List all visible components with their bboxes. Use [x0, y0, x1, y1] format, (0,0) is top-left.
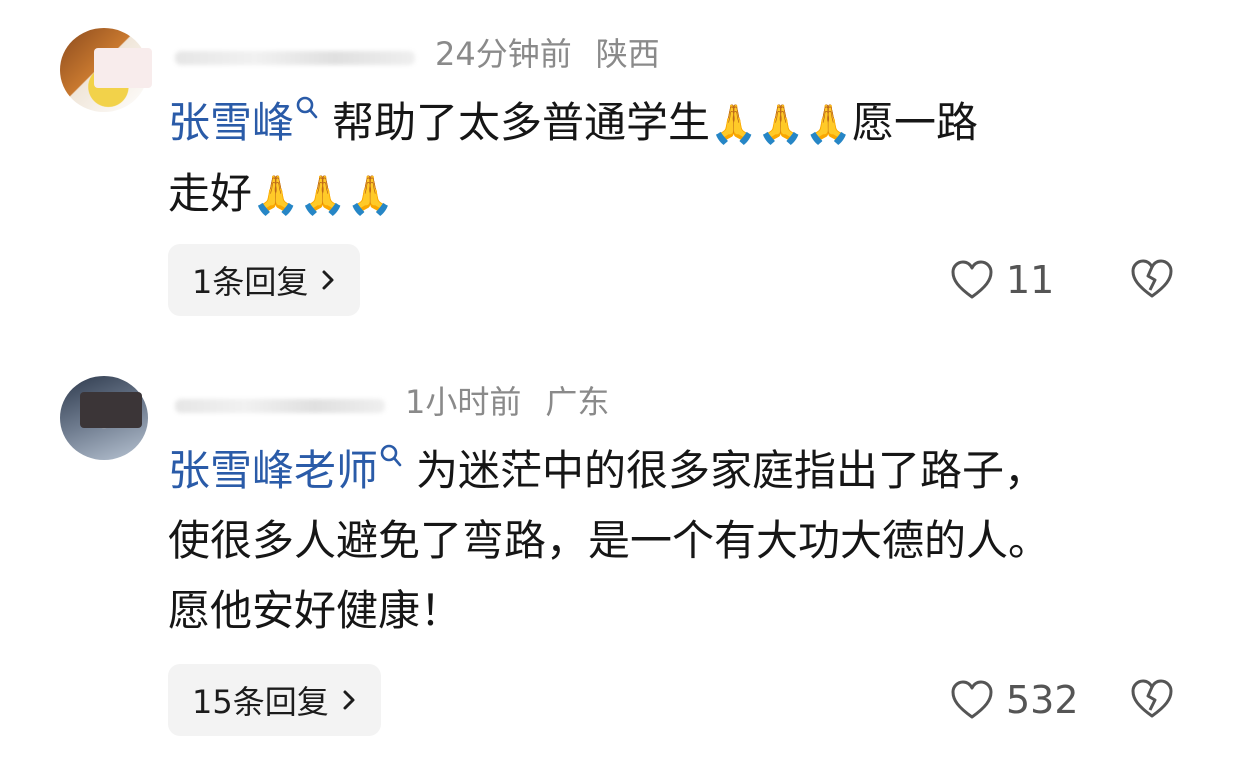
- username-blurred[interactable]: [175, 399, 385, 413]
- username-blurred[interactable]: [175, 51, 415, 65]
- view-replies-button[interactable]: 15条回复: [168, 664, 381, 736]
- broken-heart-icon[interactable]: [1130, 258, 1174, 300]
- replies-label: 1条回复: [192, 263, 309, 301]
- search-icon[interactable]: [296, 96, 318, 122]
- avatar-mask: [94, 48, 152, 88]
- pray-emoji: 🙏🙏🙏: [710, 102, 852, 146]
- like-button[interactable]: 11: [950, 258, 1054, 302]
- comment-text-part: 帮助了太多普通学生: [332, 98, 711, 147]
- comment-meta: 1小时前 广东: [175, 380, 610, 421]
- comment-text-part: 使很多人避免了弯路，是一个有大功大德的人。: [168, 516, 1051, 565]
- chevron-right-icon: [322, 270, 334, 290]
- heart-icon: [951, 680, 993, 719]
- avatar-mask: [80, 392, 142, 428]
- view-replies-button[interactable]: 1条回复: [168, 244, 361, 316]
- comment-location: 广东: [545, 383, 610, 421]
- comment-text-part: 为迷茫中的很多家庭指出了路子，: [416, 446, 1047, 495]
- broken-heart-icon[interactable]: [1130, 678, 1174, 720]
- mention-link[interactable]: 张雪峰: [168, 98, 294, 147]
- comment-text: 张雪峰 帮助了太多普通学生🙏🙏🙏愿一路 走好🙏🙏🙏: [168, 88, 1158, 230]
- comment-text-part: 愿一路: [851, 98, 978, 147]
- search-icon[interactable]: [380, 444, 402, 470]
- comment-text-part: 愿他安好健康！: [168, 586, 463, 635]
- mention-link[interactable]: 张雪峰老师: [168, 446, 378, 495]
- comment-time: 24分钟前: [435, 35, 572, 73]
- heart-icon: [951, 260, 993, 299]
- like-button[interactable]: 532: [950, 678, 1079, 722]
- comment-text-part: 走好: [168, 169, 253, 218]
- replies-label: 15条回复: [192, 683, 329, 721]
- comment-location: 陕西: [595, 35, 660, 73]
- pray-emoji: 🙏🙏🙏: [252, 173, 394, 217]
- comment-text: 张雪峰老师 为迷茫中的很多家庭指出了路子， 使很多人避免了弯路，是一个有大功大德的…: [168, 436, 1158, 646]
- like-count: 532: [1006, 678, 1079, 722]
- comment-time: 1小时前: [405, 383, 522, 421]
- chevron-right-icon: [343, 690, 355, 710]
- like-count: 11: [1006, 258, 1055, 302]
- comment-meta: 24分钟前 陕西: [175, 32, 660, 73]
